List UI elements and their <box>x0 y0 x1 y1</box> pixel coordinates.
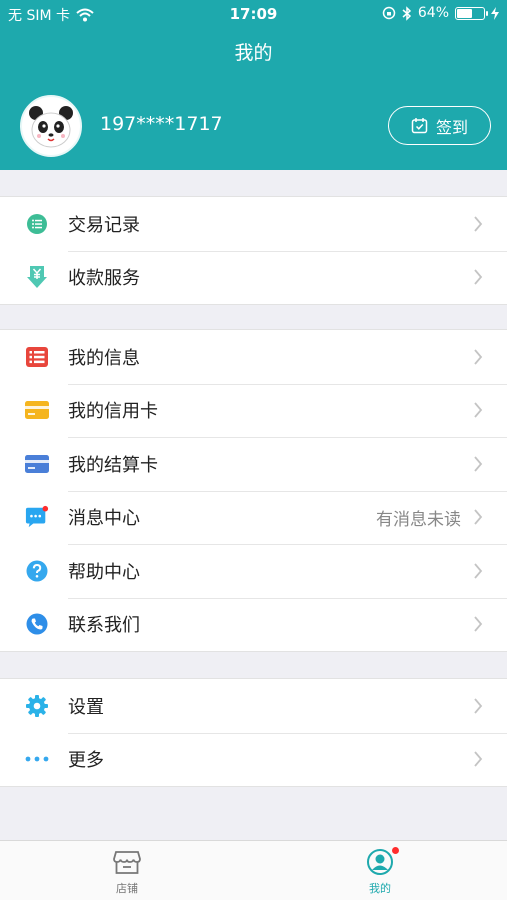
info-list-icon <box>25 345 49 369</box>
chevron-right-icon <box>474 349 483 365</box>
message-icon <box>25 505 49 529</box>
menu-item-message-center[interactable]: 消息中心 有消息未读 <box>0 490 507 545</box>
menu-item-label: 帮助中心 <box>68 561 140 583</box>
list-circle-icon <box>25 212 49 236</box>
yen-arrow-icon <box>25 265 49 289</box>
menu-item-label: 我的结算卡 <box>68 454 158 476</box>
chevron-right-icon <box>474 616 483 632</box>
menu-group-settings: 设置 更多 <box>0 678 507 787</box>
help-icon <box>25 559 49 583</box>
menu-item-settlement-card[interactable]: 我的结算卡 <box>0 437 507 491</box>
store-icon <box>113 851 141 874</box>
tab-store[interactable]: 店铺 <box>77 847 177 896</box>
chevron-right-icon <box>474 402 483 418</box>
menu-item-label: 设置 <box>68 696 104 718</box>
menu-group-account: 我的信息 我的信用卡 我的结算卡 消息中心 有消息未读 帮助中心 联系我们 <box>0 329 507 652</box>
signin-label: 签到 <box>435 117 468 137</box>
battery-icon <box>455 6 488 20</box>
orientation-lock-icon <box>382 6 396 20</box>
menu-item-label: 联系我们 <box>68 615 140 637</box>
notification-dot <box>392 847 399 854</box>
status-bar: 无 SIM 卡 17:09 64% <box>0 0 507 28</box>
page-title: 我的 <box>234 42 273 64</box>
debit-card-icon <box>25 452 49 476</box>
menu-item-transactions[interactable]: 交易记录 <box>0 197 507 251</box>
charging-icon <box>491 6 499 20</box>
menu-item-more[interactable]: 更多 <box>0 732 507 787</box>
battery-percent: 64% <box>417 5 449 21</box>
menu-group-transactions: 交易记录 收款服务 <box>0 196 507 305</box>
menu-item-label: 我的信用卡 <box>68 401 158 423</box>
tab-label: 我的 <box>369 882 391 895</box>
chevron-right-icon <box>474 698 483 714</box>
tab-mine[interactable]: 我的 <box>330 847 430 896</box>
menu-item-label: 消息中心 <box>68 508 140 530</box>
chevron-right-icon <box>474 216 483 232</box>
menu-item-my-info[interactable]: 我的信息 <box>0 330 507 384</box>
menu-item-label: 交易记录 <box>68 214 140 236</box>
chevron-right-icon <box>474 751 483 767</box>
menu-item-help-center[interactable]: 帮助中心 <box>0 544 507 598</box>
user-phone: 197****1717 <box>100 113 223 135</box>
chevron-right-icon <box>474 563 483 579</box>
menu-item-contact-us[interactable]: 联系我们 <box>0 597 507 652</box>
header-bar: 无 SIM 卡 17:09 64% 我的 197****1717 签到 <box>0 0 507 170</box>
chevron-right-icon <box>474 509 483 525</box>
menu-item-settings[interactable]: 设置 <box>0 679 507 733</box>
avatar[interactable] <box>20 95 82 157</box>
calendar-check-icon <box>411 118 428 134</box>
tab-bar: 店铺 我的 <box>0 840 507 900</box>
chevron-right-icon <box>474 456 483 472</box>
user-circle-icon <box>367 849 393 875</box>
unread-hint: 有消息未读 <box>376 509 461 530</box>
menu-item-payment-service[interactable]: 收款服务 <box>0 250 507 305</box>
bluetooth-icon <box>402 5 411 21</box>
gear-icon <box>25 694 49 718</box>
signin-button[interactable]: 签到 <box>388 106 491 145</box>
menu-item-credit-card[interactable]: 我的信用卡 <box>0 383 507 438</box>
chevron-right-icon <box>474 269 483 285</box>
tab-label: 店铺 <box>116 882 138 895</box>
panda-avatar-icon <box>29 106 73 148</box>
menu-item-label: 我的信息 <box>68 347 140 369</box>
menu-item-label: 收款服务 <box>68 268 140 290</box>
phone-icon <box>25 612 49 636</box>
credit-card-icon <box>25 398 49 422</box>
menu-item-label: 更多 <box>68 750 104 772</box>
more-icon <box>25 747 49 771</box>
